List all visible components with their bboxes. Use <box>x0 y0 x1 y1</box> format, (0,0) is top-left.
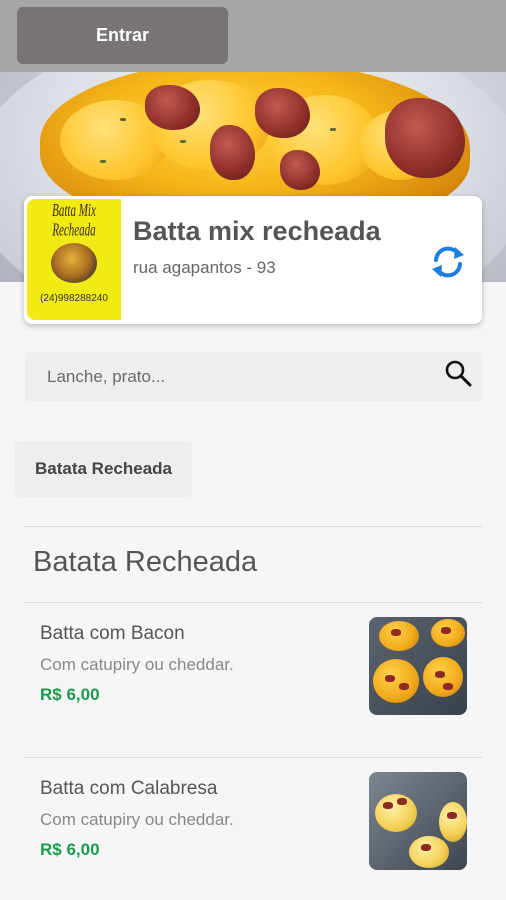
logo-phone: (24)998288240 <box>40 293 108 304</box>
search-input[interactable] <box>25 352 425 401</box>
product-image <box>369 772 467 870</box>
refresh-icon[interactable] <box>428 242 468 282</box>
section-title: Batata Recheada <box>33 546 258 578</box>
product-item[interactable]: Batta com Calabresa Com catupiry ou ched… <box>25 758 482 878</box>
logo-dish-image <box>51 243 97 283</box>
top-bar: Entrar <box>0 0 506 72</box>
login-button[interactable]: Entrar <box>17 7 228 64</box>
logo-title: Batta Mix Recheada <box>52 201 96 241</box>
search-icon[interactable] <box>443 358 473 388</box>
product-price: R$ 6,00 <box>40 685 100 704</box>
divider <box>25 526 482 527</box>
product-image <box>369 617 467 715</box>
product-description: Com catupiry ou cheddar. <box>40 655 234 674</box>
product-price: R$ 6,00 <box>40 840 100 859</box>
product-description: Com catupiry ou cheddar. <box>40 810 234 829</box>
search-bar <box>25 352 482 401</box>
store-name: Batta mix recheada <box>133 216 381 246</box>
store-info-card: Batta Mix Recheada (24)998288240 Batta m… <box>24 196 482 324</box>
product-name: Batta com Calabresa <box>40 778 218 799</box>
product-item[interactable]: Batta com Bacon Com catupiry ou cheddar.… <box>25 603 482 723</box>
product-name: Batta com Bacon <box>40 623 185 644</box>
category-chip-batata-recheada[interactable]: Batata Recheada <box>15 441 192 497</box>
store-logo: Batta Mix Recheada (24)998288240 <box>27 199 121 320</box>
store-address: rua agapantos - 93 <box>133 258 276 277</box>
